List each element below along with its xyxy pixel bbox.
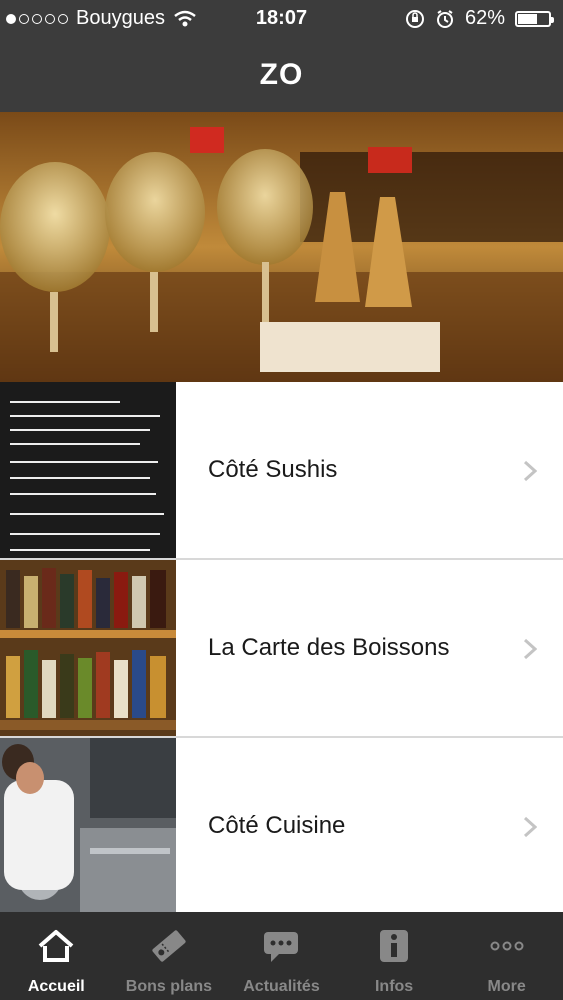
- list-item-label: La Carte des Boissons: [208, 634, 450, 661]
- thumbnail: [0, 560, 176, 736]
- chevron-right-icon: [523, 460, 537, 482]
- nav-bar: ZO: [0, 38, 563, 112]
- thumbnail: [0, 738, 176, 914]
- alarm-icon: [436, 9, 453, 28]
- tab-accueil[interactable]: Accueil: [0, 912, 113, 1000]
- battery-percent: 62%: [464, 7, 505, 29]
- tab-more[interactable]: More: [450, 912, 563, 1000]
- list-item[interactable]: Côté Sushis: [0, 382, 563, 560]
- kitchen-photo: [0, 738, 176, 914]
- status-right: 62%: [405, 7, 554, 30]
- list-item[interactable]: Côté Cuisine: [0, 738, 563, 916]
- list-item-label: Côté Cuisine: [208, 812, 346, 839]
- restaurant-photo: [0, 112, 563, 382]
- bottles-photo: [0, 560, 176, 736]
- list-item-label: Côté Sushis: [208, 456, 338, 483]
- chevron-right-icon: [523, 816, 537, 838]
- tab-label: Actualités: [243, 978, 320, 995]
- tab-bons-plans[interactable]: Bons plans: [113, 912, 226, 1000]
- coupon-icon: [152, 930, 186, 962]
- tab-label: Accueil: [27, 978, 85, 995]
- tab-label: Infos: [374, 978, 414, 995]
- tab-actualites[interactable]: Actualités: [225, 912, 338, 1000]
- status-bar: Bouygues 18:07 62%: [0, 0, 563, 38]
- more-icon: [490, 941, 524, 951]
- hero-image: [0, 112, 563, 382]
- chat-icon: [264, 932, 299, 962]
- menu-list: Côté Sushis La Carte des Boissons Côté C…: [0, 382, 563, 916]
- tab-infos[interactable]: Infos: [338, 912, 451, 1000]
- rotation-lock-icon: [405, 9, 424, 28]
- battery-icon: [515, 10, 554, 27]
- home-icon: [38, 930, 74, 962]
- tab-bar: Accueil Bons plans Actualités Infos More: [0, 912, 563, 1000]
- info-icon: [380, 930, 409, 962]
- list-item[interactable]: La Carte des Boissons: [0, 560, 563, 738]
- chevron-right-icon: [523, 638, 537, 660]
- tab-label: Bons plans: [125, 978, 212, 995]
- menu-board-photo: [0, 382, 176, 558]
- page-title: ZO: [259, 58, 304, 91]
- tab-label: More: [487, 978, 526, 995]
- battery-level: [518, 13, 537, 24]
- thumbnail: [0, 382, 176, 558]
